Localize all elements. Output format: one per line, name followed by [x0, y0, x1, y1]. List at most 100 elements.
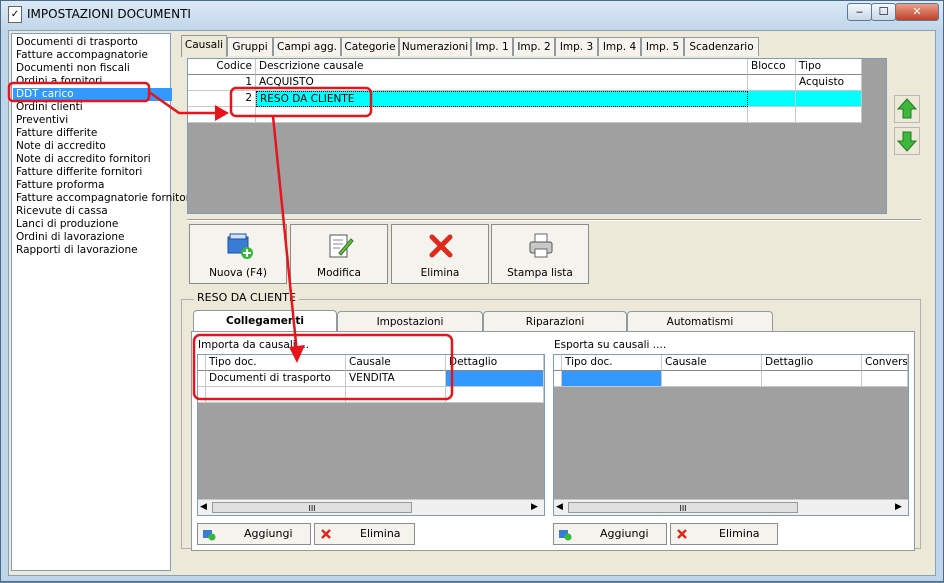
- list-item[interactable]: Documenti di trasporto: [16, 36, 138, 49]
- tab-imp-3[interactable]: Imp. 3: [555, 37, 598, 56]
- table-cell-selected[interactable]: RESO DA CLIENTE: [256, 91, 748, 107]
- table-cell[interactable]: Acquisto: [796, 75, 862, 91]
- document-type-list[interactable]: Documenti di trasporto Fatture accompagn…: [11, 33, 193, 571]
- table-cell-selected[interactable]: [562, 371, 662, 387]
- table-cell-selected[interactable]: [446, 371, 544, 387]
- table-cell[interactable]: [748, 91, 796, 107]
- list-item[interactable]: Ordini a fornitori: [16, 75, 102, 88]
- horizontal-scrollbar[interactable]: ◀ III ▶: [198, 499, 544, 515]
- column-header[interactable]: Dettaglio: [446, 355, 544, 371]
- edit-icon: [329, 234, 354, 258]
- elimina-label: Elimina: [420, 267, 460, 279]
- tab-gruppi[interactable]: Gruppi: [227, 37, 273, 56]
- list-item[interactable]: Fatture proforma: [16, 179, 104, 192]
- move-down-button[interactable]: [894, 127, 920, 155]
- list-item[interactable]: Ordini clienti: [16, 101, 83, 114]
- delete-x-icon: [429, 234, 453, 258]
- column-header[interactable]: Conversi: [862, 355, 908, 371]
- scroll-right-icon[interactable]: ▶: [895, 502, 902, 512]
- close-button[interactable]: ✕: [895, 3, 939, 21]
- importa-grid[interactable]: Tipo doc. Causale Dettaglio Documenti di…: [197, 354, 545, 516]
- tab-imp-5[interactable]: Imp. 5: [641, 37, 684, 56]
- tab-automatismi[interactable]: Automatismi: [627, 311, 773, 332]
- table-cell[interactable]: [862, 371, 908, 387]
- table-cell[interactable]: VENDITA: [346, 371, 446, 387]
- list-item[interactable]: Note di accredito: [16, 140, 106, 153]
- column-header[interactable]: Blocco: [748, 59, 796, 75]
- horizontal-scrollbar[interactable]: ◀ III ▶: [554, 499, 908, 515]
- aggiungi-label: Aggiungi: [244, 527, 293, 540]
- list-item[interactable]: Preventivi: [16, 114, 68, 127]
- causali-grid[interactable]: Codice Descrizione causale Blocco Tipo 1…: [187, 58, 887, 214]
- table-cell[interactable]: [748, 107, 796, 123]
- table-cell[interactable]: [188, 107, 256, 123]
- column-header[interactable]: Descrizione causale: [256, 59, 748, 75]
- list-item-selected[interactable]: DDT carico: [13, 88, 172, 101]
- document-icon: ✓: [8, 6, 22, 23]
- delete-x-icon: [321, 529, 331, 539]
- table-cell[interactable]: [446, 387, 544, 403]
- list-item[interactable]: Fatture accompagnatorie fornitori: [16, 192, 193, 205]
- nuova-button[interactable]: Nuova (F4): [189, 224, 287, 284]
- stampa-lista-button[interactable]: Stampa lista: [491, 224, 589, 284]
- table-cell[interactable]: ACQUISTO: [256, 75, 748, 91]
- column-header[interactable]: Codice: [188, 59, 256, 75]
- scroll-left-icon[interactable]: ◀: [556, 502, 563, 512]
- tab-imp-1[interactable]: Imp. 1: [471, 37, 513, 56]
- tab-campi-agg[interactable]: Campi agg.: [273, 37, 341, 56]
- scroll-left-icon[interactable]: ◀: [200, 502, 207, 512]
- elimina-label: Elimina: [719, 527, 760, 540]
- tab-riparazioni[interactable]: Riparazioni: [483, 311, 627, 332]
- column-header[interactable]: Tipo: [796, 59, 862, 75]
- column-header[interactable]: Causale: [662, 355, 762, 371]
- column-header[interactable]: Tipo doc.: [206, 355, 346, 371]
- table-cell[interactable]: Documenti di trasporto: [206, 371, 346, 387]
- list-item[interactable]: Lanci di produzione: [16, 218, 118, 231]
- list-item[interactable]: Ordini di lavorazione: [16, 231, 125, 244]
- aggiungi-label: Aggiungi: [600, 527, 649, 540]
- table-cell[interactable]: 1: [188, 75, 256, 91]
- table-cell[interactable]: [796, 91, 862, 107]
- list-item[interactable]: Rapporti di lavorazione: [16, 244, 138, 257]
- tab-imp-4[interactable]: Imp. 4: [598, 37, 641, 56]
- table-cell[interactable]: [346, 387, 446, 403]
- scroll-right-icon[interactable]: ▶: [531, 502, 538, 512]
- list-item[interactable]: Fatture accompagnatorie: [16, 49, 148, 62]
- tab-categorie[interactable]: Categorie: [341, 37, 399, 56]
- table-cell[interactable]: [662, 371, 762, 387]
- elimina-button[interactable]: Elimina: [391, 224, 489, 284]
- move-up-button[interactable]: [894, 95, 920, 123]
- column-header[interactable]: Tipo doc.: [562, 355, 662, 371]
- modifica-button[interactable]: Modifica: [290, 224, 388, 284]
- list-item[interactable]: Note di accredito fornitori: [16, 153, 151, 166]
- column-header[interactable]: Causale: [346, 355, 446, 371]
- table-cell[interactable]: [796, 107, 862, 123]
- list-item[interactable]: Fatture differite: [16, 127, 97, 140]
- table-cell[interactable]: [206, 387, 346, 403]
- minimize-button[interactable]: ‒: [847, 3, 872, 21]
- scroll-thumb[interactable]: III: [212, 502, 412, 513]
- new-document-icon: [227, 233, 253, 259]
- maximize-button[interactable]: ☐: [871, 3, 896, 21]
- tab-imp-2[interactable]: Imp. 2: [513, 37, 555, 56]
- esporta-grid[interactable]: Tipo doc. Causale Dettaglio Conversi ◀ I…: [553, 354, 909, 516]
- tab-scadenzario[interactable]: Scadenzario: [684, 37, 759, 56]
- column-header[interactable]: Dettaglio: [762, 355, 862, 371]
- title-bar[interactable]: ✓ IMPOSTAZIONI DOCUMENTI ‒ ☐ ✕: [1, 1, 943, 29]
- table-cell[interactable]: [762, 371, 862, 387]
- tab-impostazioni[interactable]: Impostazioni: [337, 311, 483, 332]
- list-item[interactable]: Fatture differite fornitori: [16, 166, 142, 179]
- tab-numerazioni[interactable]: Numerazioni: [399, 37, 471, 56]
- tab-causali[interactable]: Causali: [181, 35, 227, 57]
- scroll-thumb[interactable]: III: [568, 502, 798, 513]
- table-cell[interactable]: [256, 107, 748, 123]
- arrow-up-icon: [896, 98, 918, 119]
- importa-aggiungi-button[interactable]: Aggiungi: [197, 523, 311, 545]
- esporta-aggiungi-button[interactable]: Aggiungi: [553, 523, 667, 545]
- list-item[interactable]: Ricevute di cassa: [16, 205, 108, 218]
- importa-elimina-button[interactable]: Elimina: [314, 523, 415, 545]
- table-cell[interactable]: [748, 75, 796, 91]
- table-cell[interactable]: 2: [188, 91, 256, 107]
- list-item[interactable]: Documenti non fiscali: [16, 62, 130, 75]
- esporta-elimina-button[interactable]: Elimina: [670, 523, 778, 545]
